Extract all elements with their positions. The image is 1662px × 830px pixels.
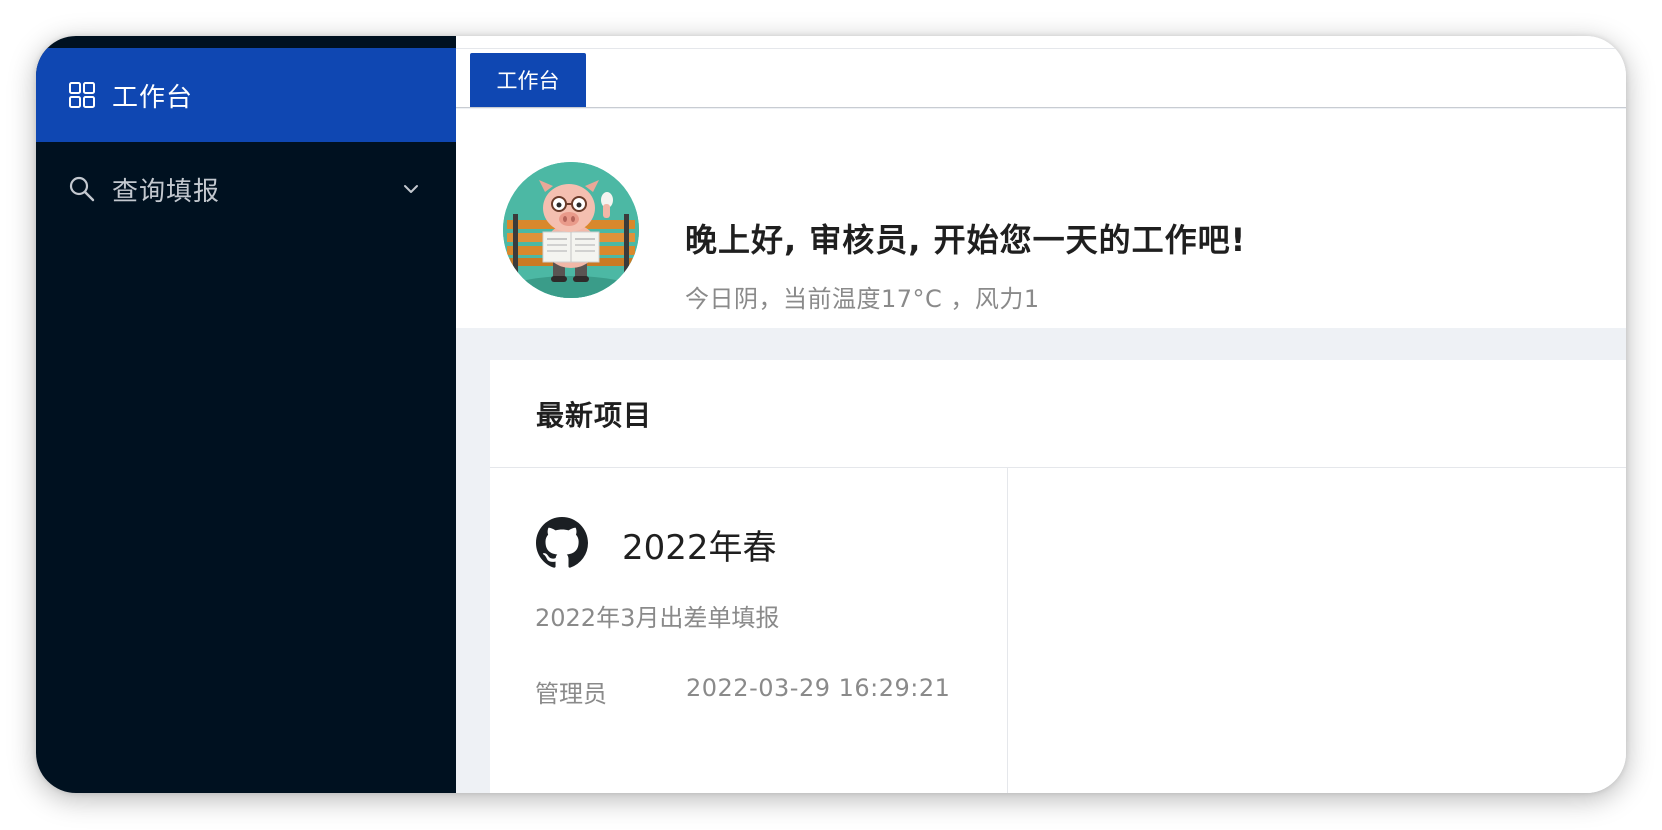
tab-bar: 工作台: [456, 36, 1626, 108]
app-window: 工作台 查询填报 工作台 晚上好, 审核员, 开始您一天的工作吧! 今日阴，当前…: [36, 36, 1626, 793]
sidebar-item-label: 工作台: [112, 82, 194, 113]
sidebar: 工作台 查询填报: [36, 36, 456, 793]
card-title: 最新项目: [536, 399, 653, 432]
grid-icon: [69, 82, 95, 108]
weather-text: 今日阴，当前温度17°C ，风力1: [685, 285, 1040, 313]
sidebar-item-workbench[interactable]: 工作台: [36, 48, 456, 142]
tab-bar-divider: [456, 48, 1626, 49]
github-icon: [536, 517, 588, 568]
latest-projects-card: 最新项目 2022年春 2022年3月出差单填报 管理员 2022-03-29 …: [490, 360, 1626, 793]
sidebar-item-query-report[interactable]: 查询填报: [36, 142, 456, 236]
main-content: 工作台 晚上好, 审核员, 开始您一天的工作吧! 今日阴，当前温度17°C ，风…: [456, 36, 1626, 793]
pig-avatar-image: [503, 162, 639, 298]
tab-workbench[interactable]: 工作台: [470, 53, 586, 107]
sidebar-item-label: 查询填报: [112, 176, 221, 207]
project-timestamp: 2022-03-29 16:29:21: [686, 674, 951, 702]
project-item[interactable]: 2022年春 2022年3月出差单填报 管理员 2022-03-29 16:29…: [490, 468, 1008, 793]
chevron-down-icon: [404, 185, 418, 193]
search-icon: [69, 176, 95, 202]
welcome-panel: 晚上好, 审核员, 开始您一天的工作吧! 今日阴，当前温度17°C ，风力1: [456, 109, 1626, 328]
project-description: 2022年3月出差单填报: [535, 604, 780, 632]
card-header: 最新项目: [490, 360, 1626, 468]
project-name: 2022年春: [622, 528, 777, 568]
project-owner: 管理员: [535, 680, 607, 708]
avatar: [503, 162, 639, 298]
greeting-text: 晚上好, 审核员, 开始您一天的工作吧!: [685, 221, 1247, 259]
